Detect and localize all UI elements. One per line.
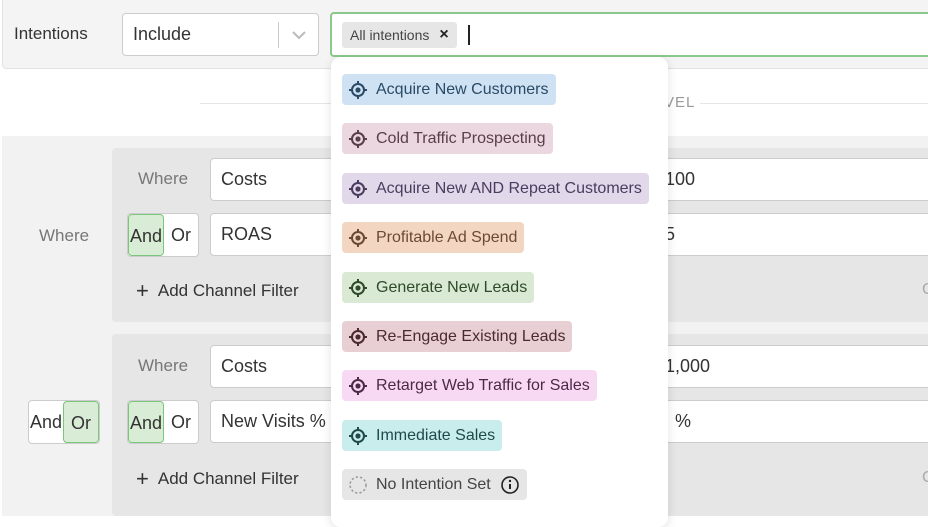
intentions-dropdown-menu: Acquire New Customers Cold Traffic Prosp… [331,57,668,527]
divider-text: VEL [664,94,696,111]
target-icon [349,179,367,198]
info-icon[interactable] [500,475,520,495]
and-option[interactable]: And [128,401,164,443]
add-channel-filter-button[interactable]: + Add Channel Filter [136,468,299,490]
plus-icon: + [136,278,149,303]
intentions-multiselect-input[interactable]: All intentions × [330,12,928,57]
and-or-toggle[interactable]: And Or [127,213,199,257]
and-or-toggle[interactable]: And Or [127,400,199,444]
group-and-or-toggle[interactable]: And Or [28,400,100,444]
target-icon [349,80,367,99]
chip-remove-icon[interactable]: × [439,22,448,48]
target-icon [349,228,367,247]
row-where-label: Where [138,169,189,188]
chip-label: All intentions [350,27,430,43]
group-action-icon[interactable]: C [922,469,928,487]
chevron-down-icon[interactable] [288,25,310,45]
outer-where-label: Where [39,226,90,245]
option-immediate-sales[interactable]: Immediate Sales [342,420,503,451]
dashed-circle-icon [349,475,367,494]
option-no-intention-set[interactable]: No Intention Set [342,469,527,500]
add-channel-filter-button[interactable]: + Add Channel Filter [136,280,299,302]
plus-icon: + [136,466,149,491]
row-where-label: Where [138,356,189,375]
target-icon [349,129,367,148]
divider-line [200,103,340,104]
filter-value: 100 [665,169,696,189]
option-acquire-new-customers[interactable]: Acquire New Customers [342,74,556,105]
or-option[interactable]: Or [164,401,198,443]
option-cold-traffic-prospecting[interactable]: Cold Traffic Prospecting [342,123,553,154]
selected-chip-all-intentions: All intentions × [342,22,457,48]
filter-value: 1,000 [665,356,711,376]
divider-line [700,103,928,104]
option-retarget-web-traffic-for-sales[interactable]: Retarget Web Traffic for Sales [342,370,597,401]
option-acquire-new-and-repeat-customers[interactable]: Acquire New AND Repeat Customers [342,173,649,204]
option-re-engage-existing-leads[interactable]: Re-Engage Existing Leads [342,321,573,352]
target-icon [349,278,367,297]
target-icon [349,376,367,395]
and-option[interactable]: And [128,214,164,256]
target-icon [349,327,367,346]
option-generate-new-leads[interactable]: Generate New Leads [342,272,535,303]
select-separator [278,22,279,48]
include-exclude-select[interactable]: Include [122,13,319,56]
intentions-label: Intentions [14,24,88,43]
text-cursor [468,25,470,45]
option-profitable-ad-spend[interactable]: Profitable Ad Spend [342,222,525,253]
or-option[interactable]: Or [164,214,198,256]
and-option[interactable]: And [29,401,63,443]
include-select-value: Include [133,24,192,44]
filter-value: % [675,411,692,431]
or-option[interactable]: Or [63,401,99,443]
group-action-icon[interactable]: C [922,281,928,299]
target-icon [349,426,367,445]
